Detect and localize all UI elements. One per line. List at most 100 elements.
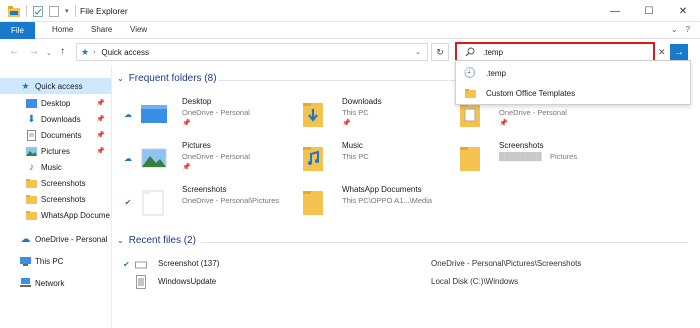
window-title: File Explorer	[80, 6, 128, 16]
pin-icon: 📌	[96, 132, 105, 139]
folder-tile-desktop[interactable]: ☁ Desktop OneDrive - Personal 📌	[123, 97, 283, 137]
customize-toolbar-icon[interactable]: ▾	[65, 7, 69, 15]
suggestion-custom-office-templates[interactable]: Custom Office Templates	[456, 83, 690, 103]
folder-tile-screenshots-onedrive[interactable]: ✔ Screenshots OneDrive - Personal\Pictur…	[123, 185, 283, 225]
sidebar-item-label: Screenshots	[41, 178, 86, 188]
arrow-right-icon: →	[674, 47, 684, 58]
folder-location: OneDrive - Personal	[499, 108, 567, 117]
folder-tile-music[interactable]: Music This PC	[283, 141, 443, 181]
sidebar-item-documents[interactable]: Documents 📌	[0, 127, 111, 143]
tab-share[interactable]: Share	[91, 25, 112, 34]
sidebar-item-onedrive[interactable]: ☁ OneDrive - Personal	[0, 231, 111, 247]
back-arrow-icon[interactable]: ←	[9, 46, 19, 57]
folder-location: Pictures	[550, 152, 578, 161]
sidebar-item-label: Downloads	[41, 114, 81, 124]
sidebar-item-screenshots-2[interactable]: Screenshots	[0, 191, 111, 207]
sidebar-item-screenshots[interactable]: Screenshots	[0, 175, 111, 191]
help-icon[interactable]: ?	[686, 25, 690, 34]
search-suggestions: 🕘 .temp Custom Office Templates	[455, 60, 691, 105]
ribbon-controls: ⌄ ?	[671, 25, 690, 34]
maximize-icon: ☐	[644, 5, 654, 17]
suggestion-label: .temp	[486, 68, 507, 78]
clear-search-icon[interactable]: ✕	[658, 47, 666, 58]
refresh-button[interactable]: ↻	[431, 43, 449, 61]
desktop-folder-icon	[141, 105, 167, 123]
maximize-button[interactable]: ☐	[632, 0, 666, 22]
sidebar-item-whatsapp-documents[interactable]: WhatsApp Docume	[0, 207, 111, 223]
search-input[interactable]: .temp	[455, 42, 655, 62]
documents-icon	[26, 129, 37, 141]
sidebar-item-label: OneDrive - Personal	[35, 234, 108, 244]
recent-files-header[interactable]: ⌄ Recent files (2)	[117, 235, 196, 246]
window-controls: — ☐ ✕	[598, 0, 700, 22]
search-go-button[interactable]: →	[670, 44, 688, 61]
recent-locations-icon[interactable]: ⌄	[46, 49, 52, 57]
file-name: Screenshot (137)	[158, 259, 220, 268]
file-name: WindowsUpdate	[158, 277, 217, 286]
text-file-icon	[136, 275, 146, 289]
chevron-down-icon: ⌄	[117, 236, 124, 245]
folder-tile-downloads[interactable]: Downloads This PC 📌	[283, 97, 443, 137]
pin-icon: 📌	[182, 120, 191, 127]
synced-check-icon: ✔	[123, 260, 130, 269]
folder-name: Screenshots	[499, 141, 544, 150]
network-icon	[20, 278, 31, 289]
pin-icon: 📌	[182, 164, 191, 171]
tab-file[interactable]: File	[0, 22, 35, 39]
recent-file-row[interactable]: WindowsUpdate Local Disk (C:)\Windows	[113, 274, 700, 290]
forward-arrow-icon[interactable]: →	[29, 46, 39, 57]
minimize-icon: —	[610, 5, 620, 17]
content-pane: ⌄ Frequent folders (8) ☁ Desktop OneDriv…	[113, 66, 700, 328]
tab-view[interactable]: View	[130, 25, 147, 34]
downloads-folder-icon	[303, 103, 323, 127]
ribbon: File Home Share View ⌄ ?	[0, 22, 700, 39]
folder-tile-whatsapp-documents[interactable]: WhatsApp Documents This PC\OPPO A1...\Me…	[283, 185, 443, 225]
sidebar-item-downloads[interactable]: ⬇ Downloads 📌	[0, 111, 111, 127]
folder-location: This PC	[342, 152, 369, 161]
tab-home[interactable]: Home	[52, 25, 73, 34]
sidebar-item-network[interactable]: Network	[0, 275, 111, 291]
address-path: Quick access	[101, 47, 149, 57]
synced-check-icon: ✔	[124, 197, 132, 207]
pictures-icon	[26, 146, 37, 157]
sidebar-item-quick-access[interactable]: ★ Quick access	[0, 78, 111, 94]
music-folder-icon	[303, 147, 323, 171]
suggestion-history-temp[interactable]: 🕘 .temp	[456, 63, 690, 83]
frequent-folders-title: Frequent folders (8)	[128, 73, 217, 84]
sidebar-item-label: Pictures	[41, 146, 70, 156]
expand-ribbon-icon[interactable]: ⌄	[671, 25, 678, 34]
image-file-icon	[135, 261, 147, 269]
close-icon: ✕	[678, 5, 688, 17]
quick-access-toolbar: ▾	[8, 5, 76, 17]
sidebar-item-desktop[interactable]: Desktop 📌	[0, 95, 111, 111]
close-button[interactable]: ✕	[666, 0, 700, 22]
toolbar-separator	[26, 5, 27, 17]
minimize-button[interactable]: —	[598, 0, 632, 22]
folder-icon	[26, 210, 37, 221]
sidebar-item-this-pc[interactable]: This PC	[0, 253, 111, 269]
folder-name: Pictures	[182, 141, 211, 150]
folder-location: OneDrive - Personal\Pictures	[182, 196, 280, 205]
frequent-folders-header[interactable]: ⌄ Frequent folders (8)	[117, 73, 217, 84]
folder-location: This PC	[342, 108, 369, 117]
search-icon	[465, 47, 475, 57]
navigation-pane: ★ Quick access Desktop 📌 ⬇ Downloads 📌 D…	[0, 66, 112, 328]
folder-tile-pictures[interactable]: ☁ Pictures OneDrive - Personal 📌	[123, 141, 283, 181]
sidebar-item-music[interactable]: ♪ Music	[0, 159, 111, 175]
sidebar-item-label: Documents	[41, 130, 82, 140]
breadcrumb-chevron-icon[interactable]: ›	[93, 49, 95, 56]
star-icon: ★	[21, 80, 30, 91]
up-arrow-icon[interactable]: ↑	[60, 46, 65, 57]
properties-icon[interactable]	[33, 5, 43, 17]
address-dropdown-icon[interactable]: ⌄	[415, 48, 421, 56]
recent-file-row[interactable]: ✔ Screenshot (137) OneDrive - Personal\P…	[113, 256, 700, 272]
address-bar[interactable]: ★ › Quick access ⌄	[76, 43, 428, 61]
sidebar-item-label: Desktop	[41, 98, 71, 108]
folder-tile-screenshots[interactable]: Screenshots ████████ Pictures	[440, 141, 600, 181]
folder-icon	[26, 178, 37, 189]
desktop-icon	[26, 98, 37, 109]
pin-icon: 📌	[499, 120, 508, 127]
folder-location: OneDrive - Personal	[182, 108, 250, 117]
new-folder-icon[interactable]	[49, 5, 59, 17]
sidebar-item-pictures[interactable]: Pictures 📌	[0, 143, 111, 159]
